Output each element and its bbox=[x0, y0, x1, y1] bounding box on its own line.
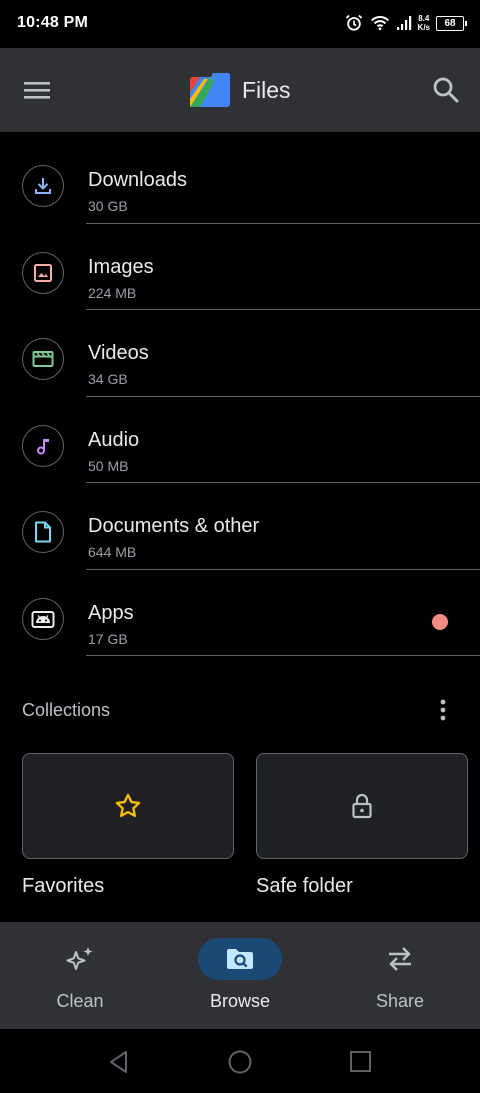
browse-icon bbox=[198, 938, 282, 980]
network-speed: 8.4 K/s bbox=[418, 14, 430, 32]
star-icon bbox=[115, 793, 141, 818]
system-navigation-bar bbox=[0, 1029, 480, 1093]
status-bar: 10:48 PM 8.4 K/s 68 bbox=[0, 0, 480, 48]
category-size: 30 GB bbox=[88, 198, 128, 214]
category-list: Downloads 30 GB Images 224 MB Videos 34 … bbox=[0, 137, 480, 656]
divider bbox=[86, 655, 480, 656]
nav-share[interactable]: Share bbox=[320, 922, 480, 1029]
image-icon bbox=[22, 251, 64, 294]
notification-dot bbox=[432, 613, 448, 630]
category-row-videos[interactable]: Videos 34 GB bbox=[0, 310, 480, 397]
status-time: 10:48 PM bbox=[17, 14, 88, 31]
favorites-label: Favorites bbox=[22, 875, 105, 897]
sparkle-icon bbox=[38, 938, 122, 980]
alarm-icon bbox=[345, 14, 362, 31]
category-size: 34 GB bbox=[88, 371, 128, 387]
category-size: 224 MB bbox=[88, 284, 137, 301]
nav-clean[interactable]: Clean bbox=[0, 922, 160, 1029]
category-name: Downloads bbox=[88, 169, 187, 191]
category-row-audio[interactable]: Audio 50 MB bbox=[0, 397, 480, 483]
favorites-card[interactable] bbox=[22, 753, 234, 859]
category-row-apps[interactable]: Apps 17 GB bbox=[0, 570, 480, 656]
network-speed-unit: K/s bbox=[417, 23, 430, 32]
swap-icon bbox=[358, 938, 442, 980]
search-icon[interactable] bbox=[430, 74, 462, 106]
wifi-icon bbox=[370, 16, 389, 31]
nav-label: Share bbox=[375, 991, 425, 1011]
safe-folder-card[interactable] bbox=[256, 753, 468, 859]
files-logo-icon bbox=[190, 73, 230, 107]
signal-icon bbox=[396, 16, 411, 30]
music-note-icon bbox=[22, 424, 64, 467]
safe-folder-label: Safe folder bbox=[256, 875, 353, 897]
category-name: Images bbox=[88, 255, 154, 278]
home-icon[interactable] bbox=[227, 1049, 253, 1075]
recents-icon[interactable] bbox=[348, 1049, 374, 1075]
category-name: Videos bbox=[88, 342, 149, 364]
network-speed-value: 8.4 bbox=[418, 14, 430, 23]
document-icon bbox=[22, 511, 64, 553]
nav-label: Clean bbox=[56, 991, 104, 1011]
category-name: Audio bbox=[88, 428, 140, 451]
video-icon bbox=[22, 338, 64, 380]
status-icons: 8.4 K/s 68 bbox=[344, 13, 467, 33]
app-title: Files bbox=[242, 76, 291, 103]
category-size: 17 GB bbox=[88, 630, 128, 647]
android-icon bbox=[22, 597, 64, 640]
download-icon bbox=[22, 165, 64, 207]
category-row-downloads[interactable]: Downloads 30 GB bbox=[0, 137, 480, 224]
app-bar: Files bbox=[0, 48, 480, 132]
app-title-group: Files bbox=[190, 73, 291, 107]
nav-browse[interactable]: Browse bbox=[160, 922, 320, 1029]
category-row-documents[interactable]: Documents & other 644 MB bbox=[0, 483, 480, 570]
lock-icon bbox=[352, 793, 372, 819]
category-name: Documents & other bbox=[88, 515, 260, 537]
bottom-navigation: Clean Browse Share bbox=[0, 922, 480, 1029]
category-size: 50 MB bbox=[88, 457, 129, 474]
collections-header: Collections bbox=[22, 700, 111, 720]
battery-indicator: 68 bbox=[436, 15, 467, 31]
nav-label: Browse bbox=[209, 991, 271, 1011]
menu-icon[interactable] bbox=[20, 75, 54, 105]
category-row-images[interactable]: Images 224 MB bbox=[0, 224, 480, 310]
category-size: 644 MB bbox=[88, 544, 137, 560]
category-name: Apps bbox=[88, 601, 134, 624]
back-icon[interactable] bbox=[106, 1049, 132, 1075]
more-vert-icon[interactable] bbox=[432, 696, 454, 724]
